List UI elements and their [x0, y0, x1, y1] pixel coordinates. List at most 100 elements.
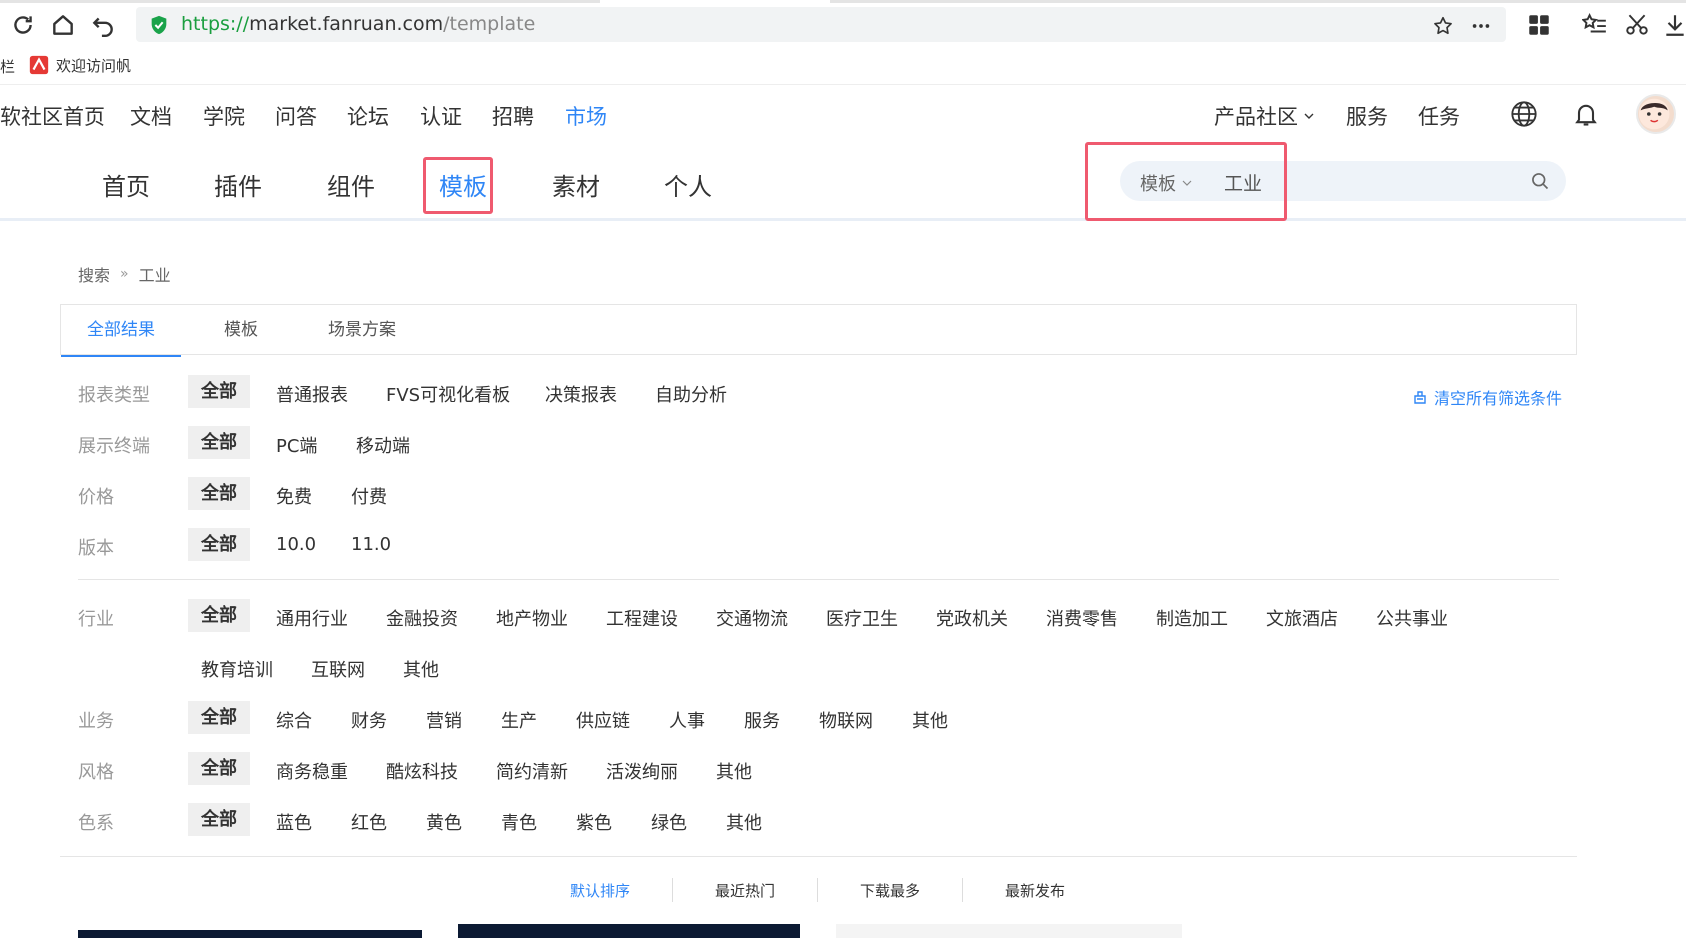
breadcrumb-keyword: 工业 [138, 266, 171, 285]
tab-home[interactable]: 首页 [102, 167, 150, 202]
nav-market[interactable]: 市场 [565, 101, 607, 131]
nav-service[interactable]: 服务 [1346, 101, 1388, 131]
filter-option[interactable]: 供应链 [576, 707, 630, 733]
filter-option[interactable]: 活泼绚丽 [606, 758, 678, 784]
filter-option[interactable]: 蓝色 [276, 809, 312, 835]
filter-option[interactable]: 工程建设 [606, 605, 678, 631]
star-icon[interactable] [1432, 15, 1454, 37]
tab-templates[interactable]: 模板 [439, 167, 487, 202]
filter-option[interactable]: 综合 [276, 707, 312, 733]
filter-option[interactable]: 普通报表 [276, 381, 348, 407]
filter-option-all[interactable]: 全部 [188, 752, 250, 785]
tab-components[interactable]: 组件 [327, 167, 375, 202]
filter-option[interactable]: 移动端 [356, 432, 410, 458]
filter-option[interactable]: 物联网 [819, 707, 873, 733]
filter-option[interactable]: 紫色 [576, 809, 612, 835]
filter-option[interactable]: 消费零售 [1046, 605, 1118, 631]
scissors-icon[interactable] [1624, 12, 1650, 38]
template-card-thumbnail[interactable] [458, 924, 800, 938]
filter-option[interactable]: 互联网 [311, 656, 365, 682]
filter-option[interactable]: 地产物业 [496, 605, 568, 631]
filter-option[interactable]: 文旅酒店 [1266, 605, 1338, 631]
reload-icon[interactable] [10, 12, 36, 38]
filter-option[interactable]: 金融投资 [386, 605, 458, 631]
filter-option[interactable]: PC端 [276, 432, 317, 458]
filter-option-all[interactable]: 全部 [188, 426, 250, 459]
template-card-thumbnail[interactable] [78, 930, 422, 938]
nav-community-home[interactable]: 软社区首页 [0, 101, 105, 131]
filter-option[interactable]: 付费 [351, 483, 387, 509]
filter-option[interactable]: 绿色 [651, 809, 687, 835]
address-bar[interactable]: https://market.fanruan.com/template [136, 7, 1506, 42]
home-icon[interactable] [50, 12, 76, 38]
tab-plugins[interactable]: 插件 [214, 167, 262, 202]
filter-option[interactable]: 生产 [501, 707, 537, 733]
more-icon[interactable] [1470, 15, 1492, 37]
filter-option-all[interactable]: 全部 [188, 375, 250, 408]
filter-option[interactable]: 其他 [912, 707, 948, 733]
filter-option[interactable]: 10.0 [276, 534, 316, 555]
filter-option[interactable]: 公共事业 [1376, 605, 1448, 631]
filter-option[interactable]: FVS可视化看板 [386, 381, 510, 407]
filter-option-all[interactable]: 全部 [188, 477, 250, 510]
filter-option[interactable]: 制造加工 [1156, 605, 1228, 631]
filter-option[interactable]: 医疗卫生 [826, 605, 898, 631]
nav-academy[interactable]: 学院 [203, 101, 245, 131]
tab-personal[interactable]: 个人 [664, 167, 712, 202]
sort-recent-hot[interactable]: 最近热门 [715, 880, 775, 901]
tab-all-results[interactable]: 全部结果 [61, 305, 181, 357]
bookmark-fanruan[interactable]: 欢迎访问帆 [28, 54, 131, 76]
filter-option[interactable]: 决策报表 [545, 381, 617, 407]
filter-option[interactable]: 酷炫科技 [386, 758, 458, 784]
filter-option[interactable]: 青色 [501, 809, 537, 835]
filter-option[interactable]: 党政机关 [936, 605, 1008, 631]
filter-option-all[interactable]: 全部 [188, 528, 250, 561]
filter-option[interactable]: 其他 [726, 809, 762, 835]
download-icon[interactable] [1662, 12, 1686, 38]
avatar[interactable] [1636, 94, 1676, 134]
filter-option-all[interactable]: 全部 [188, 803, 250, 836]
filter-option[interactable]: 财务 [351, 707, 387, 733]
tab-materials[interactable]: 素材 [552, 167, 600, 202]
apps-grid-icon[interactable] [1526, 12, 1552, 38]
undo-icon[interactable] [90, 12, 116, 38]
search-input[interactable] [1222, 165, 1526, 199]
filter-option[interactable]: 通用行业 [276, 605, 348, 631]
globe-icon[interactable] [1510, 100, 1538, 128]
bell-icon[interactable] [1572, 100, 1600, 128]
filter-option-all[interactable]: 全部 [188, 701, 250, 734]
breadcrumb-search[interactable]: 搜索 [78, 262, 110, 286]
search-category-select[interactable]: 模板 [1140, 170, 1192, 196]
template-card-thumbnail[interactable] [836, 924, 1182, 938]
filter-option[interactable]: 自助分析 [655, 381, 727, 407]
nav-qa[interactable]: 问答 [275, 101, 317, 131]
nav-forum[interactable]: 论坛 [347, 101, 389, 131]
filter-option-all[interactable]: 全部 [188, 599, 250, 632]
filter-option[interactable]: 商务稳重 [276, 758, 348, 784]
filter-option[interactable]: 其他 [716, 758, 752, 784]
filter-option[interactable]: 免费 [276, 483, 312, 509]
tab-templates-results[interactable]: 模板 [181, 305, 301, 355]
sort-most-downloads[interactable]: 下载最多 [860, 880, 920, 901]
filter-option[interactable]: 营销 [426, 707, 462, 733]
nav-tasks[interactable]: 任务 [1418, 101, 1460, 131]
sort-newest[interactable]: 最新发布 [1005, 880, 1065, 901]
filter-option[interactable]: 11.0 [351, 534, 391, 555]
filter-option[interactable]: 其他 [403, 656, 439, 682]
filter-option[interactable]: 人事 [669, 707, 705, 733]
filter-option[interactable]: 简约清新 [496, 758, 568, 784]
filter-option[interactable]: 红色 [351, 809, 387, 835]
favorites-list-icon[interactable] [1581, 12, 1608, 38]
search-icon[interactable] [1530, 171, 1550, 191]
filter-option[interactable]: 黄色 [426, 809, 462, 835]
filter-option[interactable]: 教育培训 [201, 656, 273, 682]
nav-certification[interactable]: 认证 [420, 101, 462, 131]
tab-scenario-solutions[interactable]: 场景方案 [301, 305, 423, 355]
nav-jobs[interactable]: 招聘 [492, 101, 534, 131]
clear-filters-button[interactable]: 清空所有筛选条件 [1412, 385, 1562, 409]
nav-product-community[interactable]: 产品社区 [1214, 101, 1314, 131]
nav-docs[interactable]: 文档 [130, 101, 172, 131]
filter-option[interactable]: 服务 [744, 707, 780, 733]
sort-default[interactable]: 默认排序 [570, 880, 630, 901]
filter-option[interactable]: 交通物流 [716, 605, 788, 631]
